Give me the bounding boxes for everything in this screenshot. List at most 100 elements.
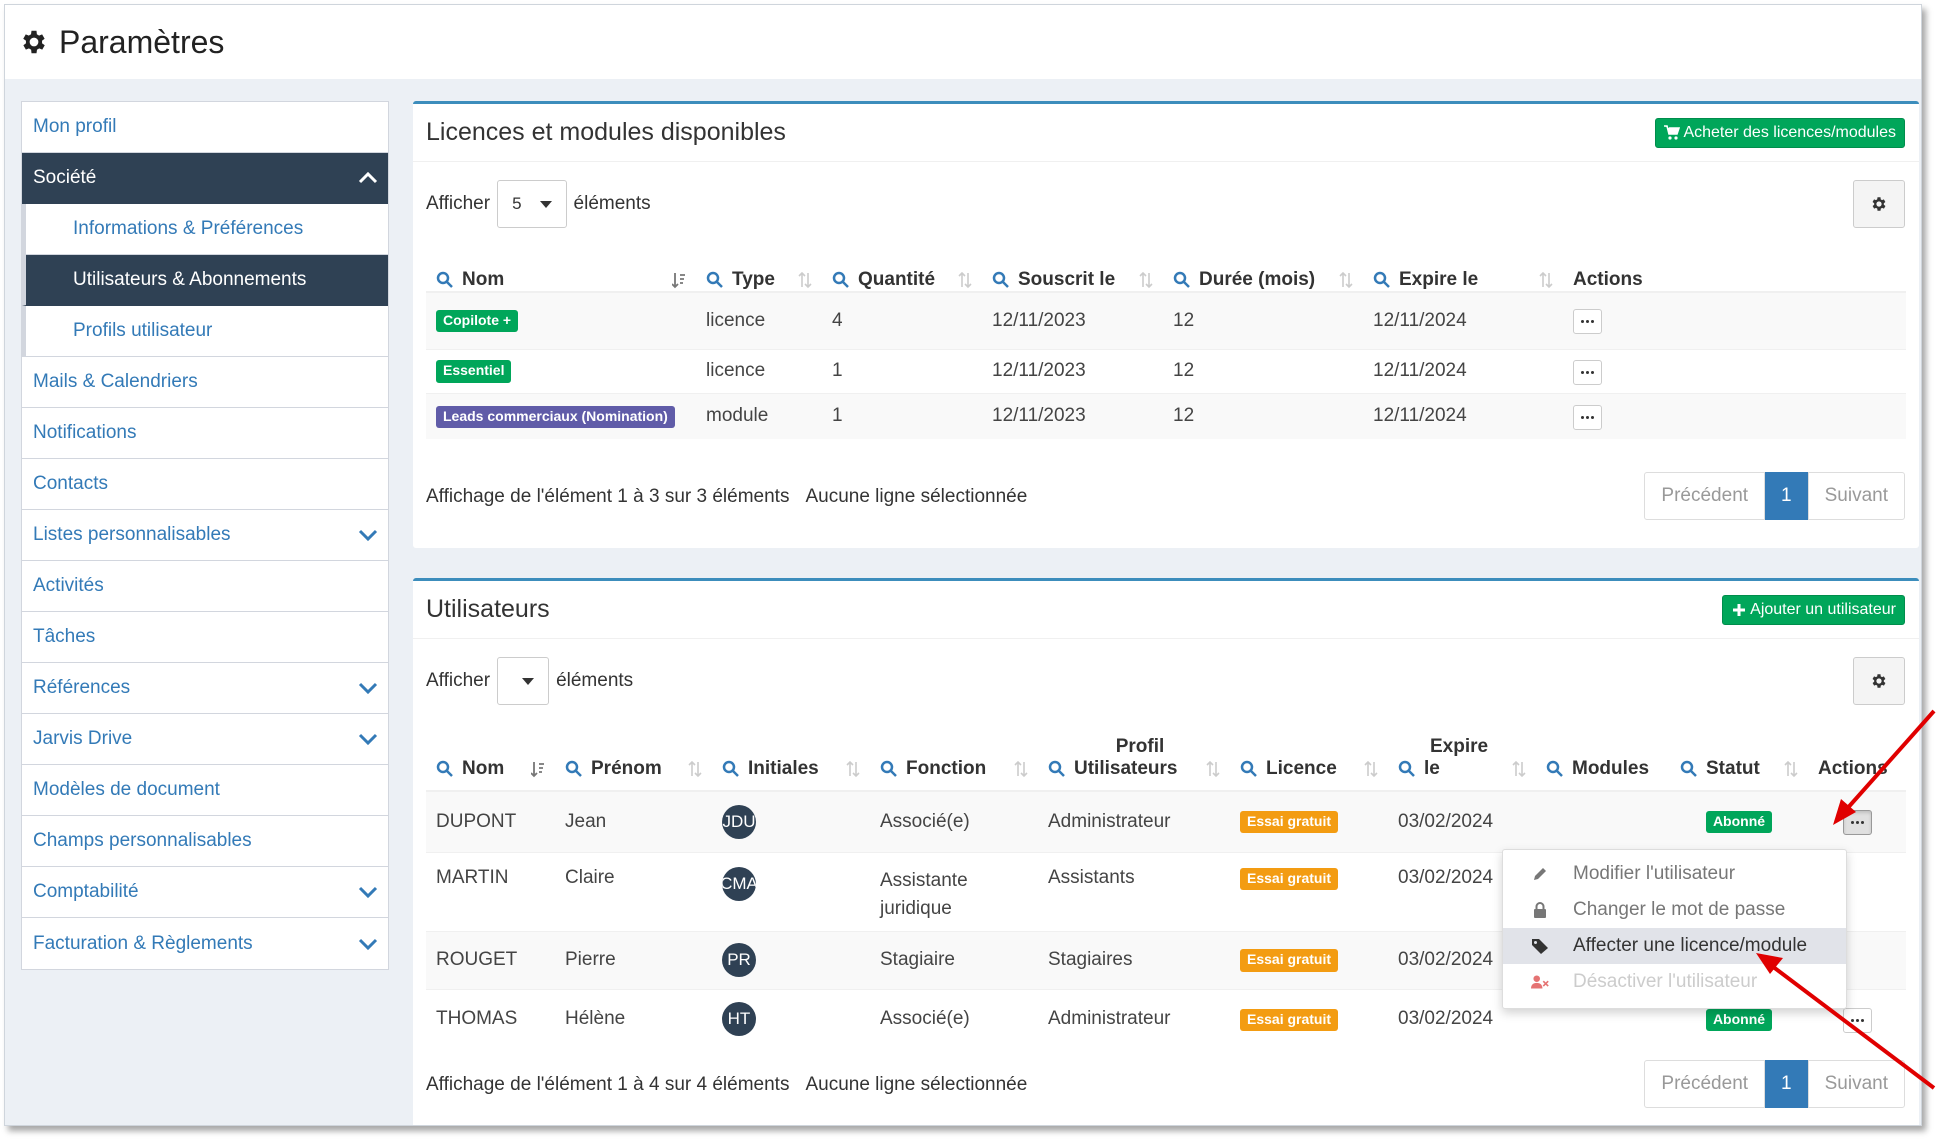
- user-profil: Administrateur: [1038, 988, 1230, 1049]
- col-souscrit[interactable]: Souscrit le: [982, 246, 1163, 293]
- user-nom: THOMAS: [426, 988, 555, 1049]
- col-statut[interactable]: Statut: [1670, 723, 1808, 792]
- table-info-selection: Aucune ligne sélectionnée: [805, 486, 1028, 507]
- menu-item-edit-user[interactable]: Modifier l'utilisateur: [1503, 856, 1846, 892]
- row-actions-button[interactable]: [1842, 1007, 1872, 1033]
- col-initiales[interactable]: Initiales: [712, 723, 870, 792]
- pagination-next[interactable]: Suivant: [1807, 1060, 1905, 1108]
- sidebar-item-jarvis-drive[interactable]: Jarvis Drive: [22, 714, 388, 765]
- col-licence[interactable]: Licence: [1230, 723, 1388, 792]
- col-fonction[interactable]: Fonction: [870, 723, 1038, 792]
- licence-badge: Essai gratuit: [1240, 867, 1339, 890]
- menu-item-assign-licence[interactable]: Affecter une licence/module: [1503, 928, 1846, 964]
- sidebar-item-facturation-reglements[interactable]: Facturation & Règlements: [22, 918, 388, 969]
- col-profil[interactable]: Profil Utilisateurs: [1038, 723, 1230, 792]
- licence-subscribed: 12/11/2023: [982, 392, 1163, 439]
- user-expire: 03/02/2024: [1388, 790, 1536, 852]
- sidebar-item-listes-personnalisables[interactable]: Listes personnalisables: [22, 510, 388, 561]
- sidebar-item-notifications[interactable]: Notifications: [22, 408, 388, 459]
- sidebar-item-contacts[interactable]: Contacts: [22, 459, 388, 510]
- search-icon: [1048, 760, 1065, 777]
- col-type[interactable]: Type: [696, 246, 822, 293]
- licence-type: licence: [696, 291, 822, 349]
- pagination-prev[interactable]: Précédent: [1644, 472, 1766, 520]
- menu-item-change-password[interactable]: Changer le mot de passe: [1503, 892, 1846, 928]
- col-nom[interactable]: Nom: [426, 246, 696, 293]
- page-length-select[interactable]: 5: [497, 180, 567, 228]
- page-length-control: Afficher éléments: [426, 657, 633, 705]
- row-actions-button[interactable]: [1573, 359, 1602, 385]
- sort-icon: [688, 760, 702, 778]
- sidebar-item-utilisateurs-abonnements[interactable]: Utilisateurs & Abonnements: [22, 255, 388, 306]
- sort-icon: [1364, 760, 1378, 778]
- col-profil-label-top: Profil: [1115, 736, 1165, 757]
- licence-expires: 12/11/2024: [1363, 291, 1563, 349]
- avatar: HT: [722, 1002, 756, 1037]
- sidebar-item-societe[interactable]: Société: [22, 153, 388, 204]
- col-prenom[interactable]: Prénom: [555, 723, 712, 792]
- settings-sidebar: Mon profil Société Informations & Préfér…: [21, 101, 389, 970]
- pagination-page[interactable]: 1: [1765, 1060, 1808, 1108]
- licence-name-badge: Essentiel: [436, 360, 512, 383]
- table-settings-button[interactable]: [1853, 180, 1905, 228]
- pagination-next[interactable]: Suivant: [1807, 472, 1905, 520]
- sidebar-item-mails-calendriers[interactable]: Mails & Calendriers: [22, 357, 388, 408]
- gear-icon: [1872, 674, 1886, 688]
- table-row[interactable]: DUPONT Jean JDU Associé(e) Administrateu…: [426, 790, 1906, 852]
- user-remove-icon: [1531, 975, 1549, 989]
- table-settings-button[interactable]: [1853, 657, 1905, 705]
- licence-type: module: [696, 392, 822, 439]
- col-modules[interactable]: Modules: [1536, 723, 1670, 792]
- sidebar-item-profils-utilisateur[interactable]: Profils utilisateur: [22, 306, 388, 357]
- sidebar-item-champs-personnalisables[interactable]: Champs personnalisables: [22, 816, 388, 867]
- pagination-page[interactable]: 1: [1765, 472, 1808, 520]
- licences-box: Licences et modules disponibles Acheter …: [413, 101, 1919, 548]
- col-quantite[interactable]: Quantité: [822, 246, 982, 293]
- sort-icon: [958, 271, 972, 289]
- sidebar-item-taches[interactable]: Tâches: [22, 612, 388, 663]
- search-icon: [880, 760, 897, 777]
- col-expire[interactable]: Expire le: [1388, 723, 1536, 792]
- user-nom: DUPONT: [426, 790, 555, 852]
- table-info-selection: Aucune ligne sélectionnée: [805, 1074, 1028, 1095]
- row-actions-menu: Modifier l'utilisateur Changer le mot de…: [1502, 849, 1847, 1009]
- licence-duration: 12: [1163, 348, 1363, 393]
- sidebar-item-modeles-document[interactable]: Modèles de document: [22, 765, 388, 816]
- licence-type: licence: [696, 348, 822, 393]
- sidebar-item-label: Facturation & Règlements: [33, 932, 253, 954]
- sidebar-item-informations-preferences[interactable]: Informations & Préférences: [22, 204, 388, 255]
- search-icon: [1546, 760, 1563, 777]
- status-badge: Abonné: [1705, 1008, 1773, 1031]
- row-actions-button[interactable]: [1573, 404, 1602, 430]
- licence-expires: 12/11/2024: [1363, 392, 1563, 439]
- page-length-select[interactable]: [497, 657, 550, 705]
- col-nom[interactable]: Nom: [426, 723, 555, 792]
- col-duree[interactable]: Durée (mois): [1163, 246, 1363, 293]
- table-row[interactable]: Copilote + licence 4 12/11/2023 12 12/11…: [426, 291, 1906, 349]
- pagination-prev[interactable]: Précédent: [1644, 1060, 1766, 1108]
- sort-icon: [798, 271, 812, 289]
- sort-icon: [1512, 760, 1526, 778]
- sidebar-item-mon-profil[interactable]: Mon profil: [22, 102, 388, 153]
- sidebar-item-references[interactable]: Références: [22, 663, 388, 714]
- col-expire[interactable]: Expire le: [1363, 246, 1563, 293]
- col-duree-label: Durée (mois): [1199, 269, 1316, 290]
- table-row[interactable]: Essentiel licence 1 12/11/2023 12 12/11/…: [426, 348, 1906, 393]
- sidebar-item-label: Tâches: [33, 626, 96, 647]
- row-actions-button[interactable]: [1573, 309, 1602, 335]
- col-souscrit-label: Souscrit le: [1018, 269, 1116, 290]
- table-info-count: Affichage de l'élément 1 à 4 sur 4 éléme…: [426, 1074, 790, 1095]
- menu-item-deactivate-user[interactable]: Désactiver l'utilisateur: [1503, 964, 1846, 1000]
- row-actions-button[interactable]: [1842, 810, 1872, 836]
- add-user-button[interactable]: Ajouter un utilisateur: [1722, 594, 1905, 625]
- sort-icon: [1339, 271, 1353, 289]
- sidebar-item-comptabilite[interactable]: Comptabilité: [22, 867, 388, 918]
- col-quantite-label: Quantité: [858, 269, 936, 290]
- buy-licences-button[interactable]: Acheter des licences/modules: [1655, 117, 1905, 148]
- sidebar-item-activites[interactable]: Activités: [22, 561, 388, 612]
- sidebar-item-label: Références: [33, 677, 131, 698]
- table-row[interactable]: Leads commerciaux (Nomination) module 1 …: [426, 392, 1906, 439]
- show-prefix: Afficher: [426, 193, 491, 214]
- licence-expires: 12/11/2024: [1363, 348, 1563, 393]
- avatar: CMA: [722, 866, 756, 901]
